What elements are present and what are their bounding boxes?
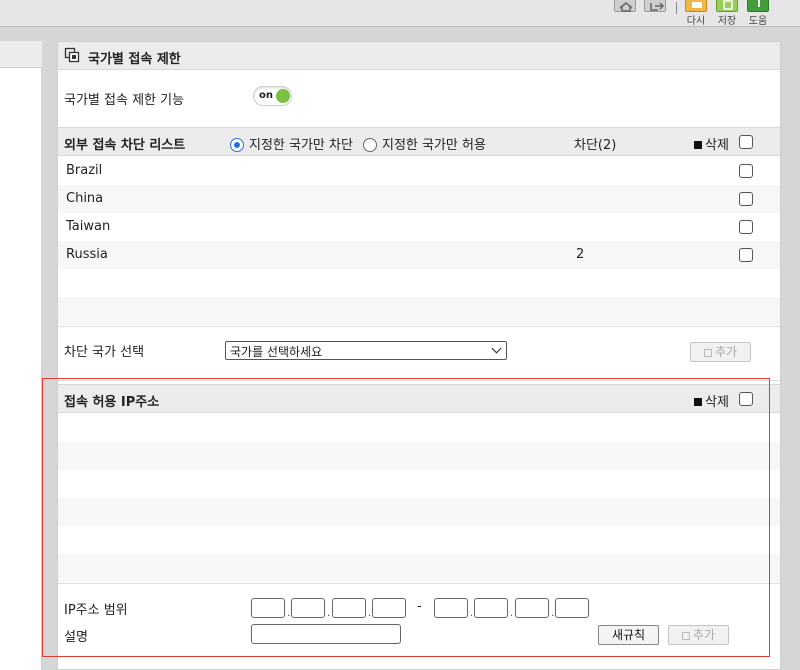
delete-header-label: 삭제 (705, 395, 729, 410)
save-icon[interactable] (716, 0, 738, 12)
ip-range-row: IP주소 범위 . . . - . . . 설명 새규칙 추가 (58, 583, 780, 658)
block-list-header: 외부 접속 차단 리스트 지정한 국가만 차단 지정한 국가만 허용 차단(2)… (58, 127, 780, 156)
empty-row (58, 297, 780, 325)
plus-icon (703, 349, 712, 357)
ip-end-octet-4[interactable] (555, 598, 589, 618)
block-list-title: 외부 접속 차단 리스트 (64, 138, 186, 153)
country-name: China (66, 191, 104, 206)
section-header: 국가별 접속 제한 (58, 42, 780, 70)
country-select-label: 차단 국가 선택 (64, 345, 145, 360)
ip-range-dash: - (417, 599, 422, 614)
new-rule-button[interactable]: 새규칙 (598, 625, 659, 645)
ip-range-label: IP주소 범위 (64, 603, 128, 618)
add-ip-button[interactable]: 추가 (668, 625, 729, 645)
ip-end-octet-2[interactable] (474, 598, 508, 618)
section-title: 국가별 접속 제한 (88, 52, 181, 67)
select-all-checkbox[interactable] (739, 392, 753, 406)
country-name: Taiwan (66, 219, 111, 234)
octet-separator: . (510, 608, 514, 619)
row-checkbox[interactable] (739, 192, 753, 206)
left-sidebar-body (0, 41, 42, 670)
reset-icon[interactable] (685, 0, 707, 12)
empty-row (58, 498, 780, 526)
help-icon[interactable] (747, 0, 769, 12)
chevron-down-icon (491, 343, 502, 354)
main-area: 국가별 접속 제한 국가별 접속 제한 기능 on 외부 접속 차단 리스트 지… (47, 27, 800, 670)
ip-start-octet-3[interactable] (332, 598, 366, 618)
empty-row (58, 554, 780, 582)
ip-end-octet-1[interactable] (434, 598, 468, 618)
new-rule-label: 새규칙 (611, 628, 646, 642)
description-label: 설명 (64, 630, 88, 645)
country-select-row: 차단 국가 선택 국가를 선택하세요 추가 (58, 326, 780, 381)
octet-separator: . (470, 608, 474, 619)
country-count: 2 (576, 247, 585, 262)
table-row: Taiwan (58, 213, 780, 241)
row-checkbox[interactable] (739, 220, 753, 234)
table-row: Brazil (58, 157, 780, 185)
save-label: 저장 (717, 16, 737, 27)
add-country-button[interactable]: 추가 (690, 342, 751, 362)
feature-toggle[interactable]: on (253, 86, 292, 106)
ip-start-octet-2[interactable] (291, 598, 325, 618)
allow-ip-title: 접속 허용 IP주소 (64, 395, 160, 410)
block-count-header: 차단(2) (574, 138, 617, 153)
octet-separator: . (551, 608, 555, 619)
row-checkbox[interactable] (739, 248, 753, 262)
country-name: Brazil (66, 163, 103, 178)
help-label: 도움 (748, 16, 768, 27)
minus-icon (694, 398, 702, 406)
section-icon (64, 47, 80, 67)
empty-row (58, 470, 780, 498)
radio-allow-only-dot[interactable] (363, 138, 377, 152)
empty-row (58, 269, 780, 297)
left-sidebar (0, 27, 47, 670)
plus-icon (681, 632, 690, 640)
row-checkbox[interactable] (739, 164, 753, 178)
octet-separator: . (368, 608, 372, 619)
country-select[interactable]: 국가를 선택하세요 (225, 341, 507, 360)
reset-label: 다시 (686, 16, 706, 27)
home-icon[interactable] (614, 0, 636, 12)
table-row: China (58, 185, 780, 213)
delete-header: 삭제 (694, 391, 729, 410)
radio-block-only-label: 지정한 국가만 차단 (249, 138, 353, 153)
toggle-knob (276, 89, 290, 103)
country-name: Russia (66, 247, 108, 262)
ip-end-octet-3[interactable] (515, 598, 549, 618)
radio-allow-only-label: 지정한 국가만 허용 (382, 138, 486, 153)
toolbar-separator (676, 2, 677, 14)
minus-icon (694, 141, 702, 149)
empty-row (58, 442, 780, 470)
empty-row (58, 414, 780, 442)
description-input[interactable] (251, 624, 401, 644)
delete-header: 삭제 (694, 134, 729, 153)
empty-row (58, 526, 780, 554)
radio-allow-only[interactable]: 지정한 국가만 허용 (363, 134, 486, 153)
ip-start-octet-4[interactable] (372, 598, 406, 618)
radio-block-only-dot[interactable] (230, 138, 244, 152)
radio-block-only[interactable]: 지정한 국가만 차단 (230, 134, 353, 153)
top-toolbar: 다시 저장 도움 (0, 0, 800, 27)
octet-separator: . (327, 608, 331, 619)
delete-header-label: 삭제 (705, 138, 729, 153)
table-row: Russia 2 (58, 241, 780, 269)
feature-label: 국가별 접속 제한 기능 (64, 93, 185, 108)
ip-start-octet-1[interactable] (251, 598, 285, 618)
settings-card: 국가별 접속 제한 국가별 접속 제한 기능 on 외부 접속 차단 리스트 지… (57, 41, 781, 670)
octet-separator: . (287, 608, 291, 619)
allow-ip-header: 접속 허용 IP주소 삭제 (58, 384, 780, 413)
select-all-checkbox[interactable] (739, 135, 753, 149)
add-ip-label: 추가 (692, 628, 716, 642)
toggle-text: on (259, 90, 273, 101)
add-country-label: 추가 (714, 345, 738, 359)
country-select-value: 국가를 선택하세요 (230, 345, 323, 359)
logout-icon[interactable] (644, 0, 666, 12)
left-sidebar-header (0, 41, 42, 68)
